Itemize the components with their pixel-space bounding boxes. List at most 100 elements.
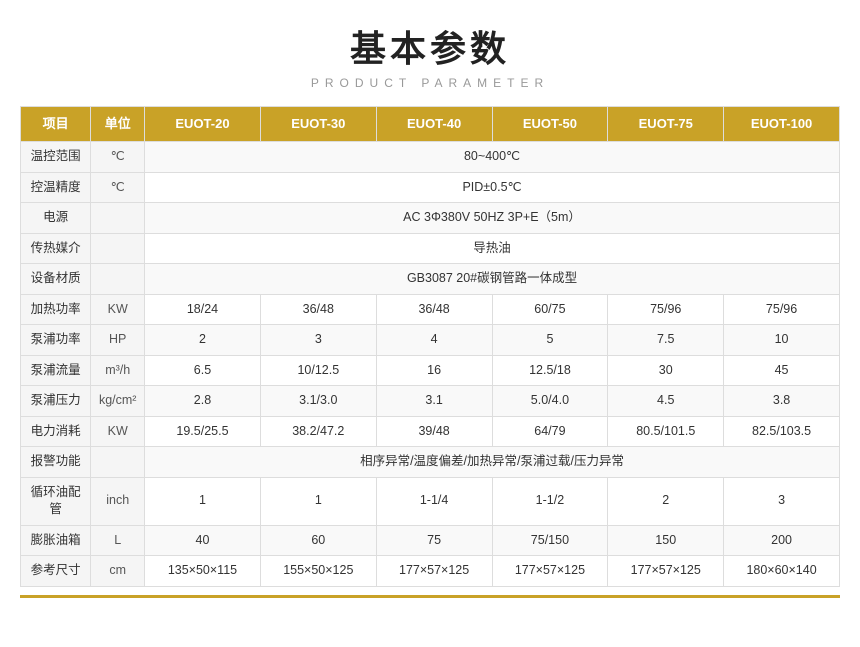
row-value: 80.5/101.5 [608, 416, 724, 447]
row-unit: ℃ [91, 142, 145, 173]
row-value: 45 [724, 355, 840, 386]
row-label: 泵浦流量 [21, 355, 91, 386]
row-value: 38.2/47.2 [260, 416, 376, 447]
table-header-row: 项目单位EUOT-20EUOT-30EUOT-40EUOT-50EUOT-75E… [21, 107, 840, 142]
col-header-model: EUOT-50 [492, 107, 608, 142]
row-value: 6.5 [145, 355, 261, 386]
table-row: 电源AC 3Φ380V 50HZ 3P+E（5m） [21, 203, 840, 234]
table-row: 泵浦压力kg/cm²2.83.1/3.03.15.0/4.04.53.8 [21, 386, 840, 417]
row-value: 7.5 [608, 325, 724, 356]
bottom-decorative-line [20, 595, 840, 598]
row-value: 18/24 [145, 294, 261, 325]
row-value-merged: PID±0.5℃ [145, 172, 840, 203]
table-row: 加热功率KW18/2436/4836/4860/7575/9675/96 [21, 294, 840, 325]
table-row: 设备材质 GB3087 20#碳钢管路一体成型 [21, 264, 840, 295]
row-value: 150 [608, 525, 724, 556]
col-header-model: EUOT-30 [260, 107, 376, 142]
row-value: 1 [145, 477, 261, 525]
row-unit: L [91, 525, 145, 556]
table-row: 泵浦功率HP23457.510 [21, 325, 840, 356]
row-value: 180×60×140 [724, 556, 840, 587]
row-value: 10/12.5 [260, 355, 376, 386]
row-value: 19.5/25.5 [145, 416, 261, 447]
row-value: 3 [260, 325, 376, 356]
row-value: 40 [145, 525, 261, 556]
row-value: 4.5 [608, 386, 724, 417]
row-label: 电源 [21, 203, 91, 234]
col-header-model: EUOT-20 [145, 107, 261, 142]
row-label: 控温精度 [21, 172, 91, 203]
row-value: 39/48 [376, 416, 492, 447]
row-label: 循环油配管 [21, 477, 91, 525]
row-value: 5.0/4.0 [492, 386, 608, 417]
row-label: 报警功能 [21, 447, 91, 478]
row-value: 1-1/2 [492, 477, 608, 525]
row-value: 3.8 [724, 386, 840, 417]
table-row: 循环油配管inch111-1/41-1/223 [21, 477, 840, 525]
row-label: 泵浦压力 [21, 386, 91, 417]
row-value-merged: GB3087 20#碳钢管路一体成型 [145, 264, 840, 295]
row-value: 36/48 [260, 294, 376, 325]
row-value: 177×57×125 [492, 556, 608, 587]
table-row: 控温精度℃PID±0.5℃ [21, 172, 840, 203]
col-header-model: EUOT-75 [608, 107, 724, 142]
row-unit: HP [91, 325, 145, 356]
param-table: 项目单位EUOT-20EUOT-30EUOT-40EUOT-50EUOT-75E… [20, 106, 840, 587]
table-row: 膨胀油箱L40607575/150150200 [21, 525, 840, 556]
row-value: 3.1 [376, 386, 492, 417]
table-row: 传热媒介导热油 [21, 233, 840, 264]
row-value: 75/96 [608, 294, 724, 325]
row-unit [91, 447, 145, 478]
table-row: 参考尺寸cm135×50×115155×50×125177×57×125177×… [21, 556, 840, 587]
table-row: 报警功能 相序异常/温度偏差/加热异常/泵浦过载/压力异常 [21, 447, 840, 478]
row-value: 75/96 [724, 294, 840, 325]
row-value: 3.1/3.0 [260, 386, 376, 417]
row-value-merged: 相序异常/温度偏差/加热异常/泵浦过载/压力异常 [145, 447, 840, 478]
row-value: 200 [724, 525, 840, 556]
row-value: 30 [608, 355, 724, 386]
table-row: 泵浦流量m³/h6.510/12.51612.5/183045 [21, 355, 840, 386]
row-unit [91, 264, 145, 295]
page-subtitle: PRODUCT PARAMETER [311, 76, 549, 90]
row-unit: m³/h [91, 355, 145, 386]
row-value: 2 [608, 477, 724, 525]
row-value: 1-1/4 [376, 477, 492, 525]
row-unit: cm [91, 556, 145, 587]
row-value: 12.5/18 [492, 355, 608, 386]
row-value: 10 [724, 325, 840, 356]
row-unit [91, 203, 145, 234]
row-value: 64/79 [492, 416, 608, 447]
row-label: 泵浦功率 [21, 325, 91, 356]
row-value: 1 [260, 477, 376, 525]
row-unit [91, 233, 145, 264]
row-value: 75/150 [492, 525, 608, 556]
row-value: 4 [376, 325, 492, 356]
row-label: 电力消耗 [21, 416, 91, 447]
row-value: 82.5/103.5 [724, 416, 840, 447]
row-unit: KW [91, 294, 145, 325]
row-unit: ℃ [91, 172, 145, 203]
col-header-model: EUOT-40 [376, 107, 492, 142]
table-row: 电力消耗KW19.5/25.538.2/47.239/4864/7980.5/1… [21, 416, 840, 447]
row-value-merged: 80~400℃ [145, 142, 840, 173]
row-label: 膨胀油箱 [21, 525, 91, 556]
row-value: 60 [260, 525, 376, 556]
row-value-merged: 导热油 [145, 233, 840, 264]
row-value: 155×50×125 [260, 556, 376, 587]
row-value: 36/48 [376, 294, 492, 325]
row-value: 75 [376, 525, 492, 556]
row-value: 16 [376, 355, 492, 386]
row-value: 2.8 [145, 386, 261, 417]
row-value: 177×57×125 [376, 556, 492, 587]
row-unit: KW [91, 416, 145, 447]
row-label: 温控范围 [21, 142, 91, 173]
row-unit: kg/cm² [91, 386, 145, 417]
row-value: 135×50×115 [145, 556, 261, 587]
col-header-item: 项目 [21, 107, 91, 142]
row-label: 加热功率 [21, 294, 91, 325]
row-value: 60/75 [492, 294, 608, 325]
row-value: 5 [492, 325, 608, 356]
col-header-model: EUOT-100 [724, 107, 840, 142]
table-row: 温控范围℃80~400℃ [21, 142, 840, 173]
row-label: 设备材质 [21, 264, 91, 295]
